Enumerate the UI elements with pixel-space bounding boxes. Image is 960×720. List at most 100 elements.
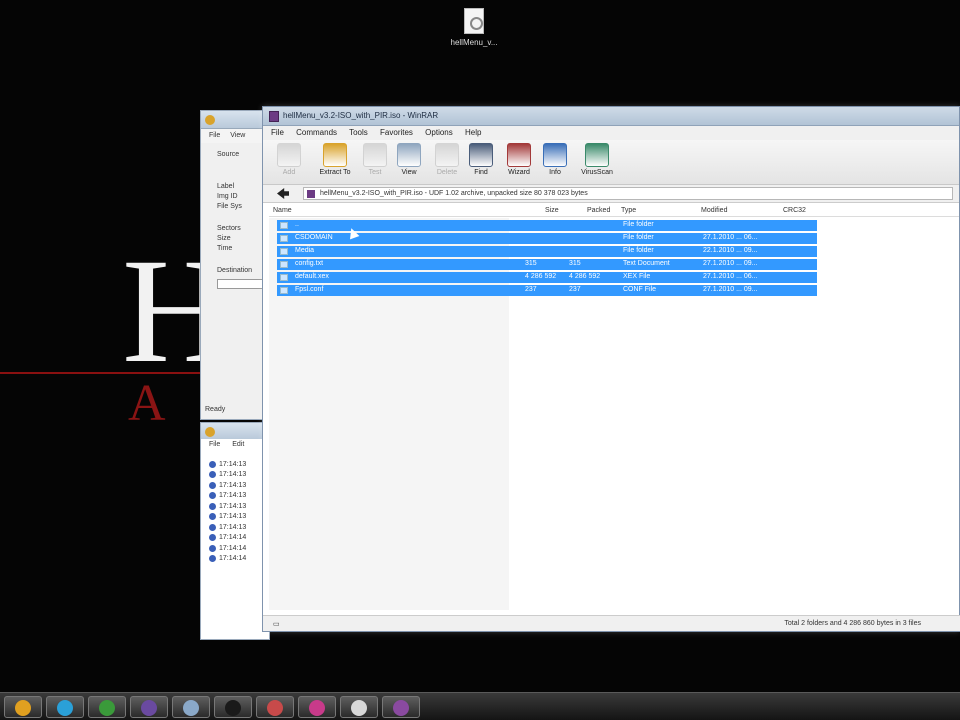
cell-size: 315 <box>525 260 537 267</box>
menu-view[interactable]: View <box>230 132 245 139</box>
delete-icon <box>435 143 459 167</box>
wallpaper-line <box>0 372 210 374</box>
window-titlebar[interactable]: hellMenu_v3.2-ISO_with_PIR.iso - WinRAR <box>263 107 959 126</box>
taskbar-button[interactable] <box>88 696 126 718</box>
status-bar: ▭ Total 2 folders and 4 286 860 bytes in… <box>263 615 960 631</box>
field-label: File Sys <box>217 203 242 210</box>
winrar-icon <box>269 111 279 122</box>
info-icon <box>209 534 216 541</box>
menu-file[interactable]: File <box>209 132 220 139</box>
taskbar-button[interactable] <box>382 696 420 718</box>
column-type[interactable]: Type <box>621 207 636 214</box>
taskbar-button[interactable] <box>298 696 336 718</box>
log-entry: 17:14:13 <box>209 512 246 522</box>
cell-type: File folder <box>623 247 654 254</box>
window-titlebar[interactable] <box>201 423 269 439</box>
desktop-file-icon[interactable]: hellMenu_v... <box>446 8 502 47</box>
menu-tools[interactable]: Tools <box>349 128 368 137</box>
taskbar-button[interactable] <box>46 696 84 718</box>
info-button[interactable]: Info <box>535 143 575 176</box>
desktop: H A hellMenu_v... File View Source Label… <box>0 0 960 720</box>
log-window[interactable]: File Edit 17:14:13 17:14:13 17:14:13 17:14:… <box>200 422 270 640</box>
file-row[interactable]: config.txt 315 315 Text Document 27.1.2010 .… <box>277 259 817 270</box>
file-row[interactable]: Fpsl.conf 237 237 CONF File 27.1.2010 ... 09… <box>277 285 817 296</box>
winrar-window[interactable]: hellMenu_v3.2-ISO_with_PIR.iso - WinRAR … <box>262 106 960 632</box>
toolbar-label: Wizard <box>508 169 530 176</box>
menu-file[interactable]: File <box>209 441 220 448</box>
file-row[interactable]: Media File folder 22.1.2010 ... 09... <box>277 246 817 257</box>
field-label: Size <box>217 235 231 242</box>
cell-size: 4 286 592 <box>525 273 557 280</box>
column-packed[interactable]: Packed <box>587 207 610 214</box>
folder-icon <box>280 235 288 242</box>
column-modified[interactable]: Modified <box>701 207 727 214</box>
menu-favorites[interactable]: Favorites <box>380 128 413 137</box>
log-time: 17:14:13 <box>219 460 247 468</box>
cell-modified: 27.1.2010 ... 06... <box>703 234 758 241</box>
menu-file[interactable]: File <box>271 128 284 137</box>
log-entry: 17:14:13 <box>209 480 246 490</box>
window-titlebar[interactable] <box>201 111 269 129</box>
file-list[interactable]: .. File folder CSDOMAIN File folder 27.1.201… <box>269 218 959 610</box>
find-button[interactable]: Find <box>461 143 501 176</box>
folder-icon <box>280 248 288 255</box>
extract-to-button[interactable]: Extract To <box>315 143 355 176</box>
log-entry: 17:14:14 <box>209 554 246 564</box>
cell-name: config.txt <box>295 260 324 267</box>
archive-icon <box>307 190 315 198</box>
taskbar-button[interactable] <box>340 696 378 718</box>
cell-name: Media <box>295 247 315 254</box>
find-icon <box>469 143 493 167</box>
image-tool-window[interactable]: File View Source Label Img ID File Sys S… <box>200 110 270 420</box>
up-folder-icon[interactable] <box>277 188 289 199</box>
column-crc32[interactable]: CRC32 <box>783 207 806 214</box>
archive-path-field[interactable]: hellMenu_v3.2-ISO_with_PIR.iso - UDF 1.0… <box>303 187 953 200</box>
log-time: 17:14:14 <box>219 555 247 562</box>
premiere-icon <box>141 700 157 716</box>
menu-edit[interactable]: Edit <box>232 441 244 448</box>
menu-help[interactable]: Help <box>465 128 481 137</box>
taskbar-button[interactable] <box>214 696 252 718</box>
log-time: 17:14:14 <box>219 534 247 541</box>
add-button[interactable]: Add <box>269 143 309 176</box>
toolbar-label: Find <box>474 169 488 176</box>
taskbar-button[interactable] <box>4 696 42 718</box>
toolbar-label: Add <box>282 169 296 176</box>
cell-name: .. <box>295 221 299 228</box>
field-label: Label <box>217 183 235 190</box>
file-row[interactable]: default.xex 4 286 592 4 286 592 XEX File 27.… <box>277 272 817 283</box>
view-button[interactable]: View <box>389 143 429 176</box>
column-size[interactable]: Size <box>545 207 559 214</box>
media-icon <box>309 700 325 716</box>
field-label: Time <box>217 245 233 252</box>
wizard-icon <box>507 143 531 167</box>
taskbar-button[interactable] <box>130 696 168 718</box>
file-row[interactable]: .. File folder <box>277 220 817 231</box>
menubar: File Commands Tools Favorites Options He… <box>263 126 959 140</box>
status-summary: Total 2 folders and 4 286 860 bytes in 3… <box>784 620 921 627</box>
menu-commands[interactable]: Commands <box>296 128 337 137</box>
extract-icon <box>323 143 347 167</box>
desktop-icon-label: hellMenu_v... <box>450 38 498 47</box>
taskbar-button[interactable] <box>172 696 210 718</box>
column-name[interactable]: Name <box>273 207 292 214</box>
menu-options[interactable]: Options <box>425 128 453 137</box>
window-title: hellMenu_v3.2-ISO_with_PIR.iso - WinRAR <box>283 111 439 120</box>
column-header: Name Size Packed Type Modified CRC32 <box>269 205 959 217</box>
info-icon <box>543 143 567 167</box>
field-label: Destination <box>217 267 253 274</box>
cell-type: CONF File <box>623 286 657 293</box>
wizard-button[interactable]: Wizard <box>499 143 539 176</box>
virusscan-button[interactable]: VirusScan <box>577 143 617 176</box>
taskbar-button[interactable] <box>256 696 294 718</box>
wallpaper-subtitle: A <box>128 375 166 432</box>
destination-field[interactable] <box>217 279 265 289</box>
log-time: 17:14:14 <box>219 544 247 552</box>
toolbar-label: View <box>401 169 417 176</box>
cell-modified: 27.1.2010 ... 09... <box>703 260 758 267</box>
log-entry: 17:14:13 <box>209 491 246 501</box>
info-icon <box>209 544 216 552</box>
info-icon <box>209 471 216 478</box>
cell-type: XEX File <box>623 273 651 280</box>
log-entry: 17:14:13 <box>209 501 246 511</box>
